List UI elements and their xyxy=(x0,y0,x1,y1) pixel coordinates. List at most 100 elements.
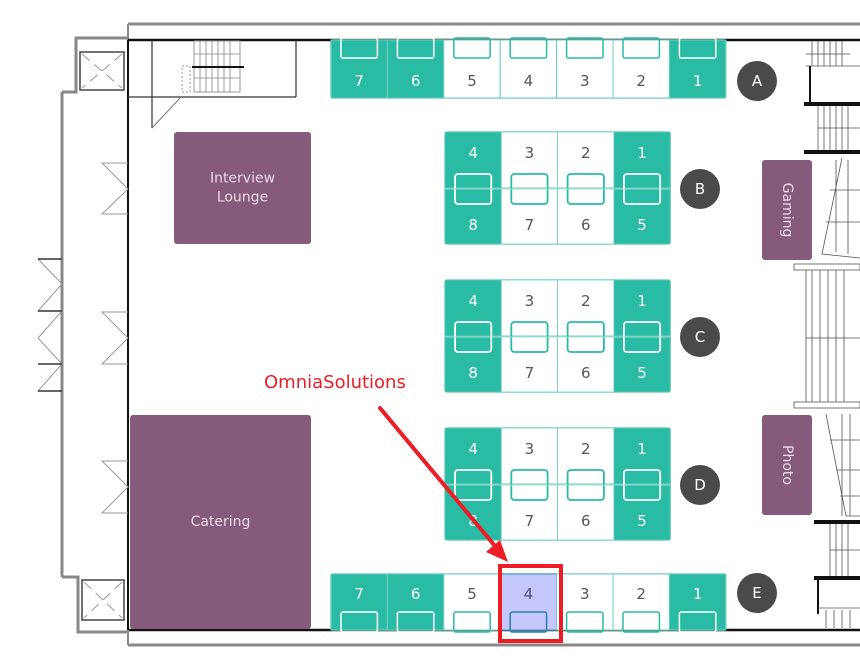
booth-number: 8 xyxy=(468,216,478,234)
booth-D1[interactable]: 1 xyxy=(613,427,671,485)
booth-number: 5 xyxy=(637,216,647,234)
booth-D3[interactable]: 3 xyxy=(500,427,558,485)
booth-row-D: 4 8 3 7 2 6 1 5 D xyxy=(444,427,720,541)
booth-A2[interactable]: 2 xyxy=(612,37,670,99)
booth-number: 1 xyxy=(637,292,647,310)
right-stairs xyxy=(793,41,860,628)
booth-number: 1 xyxy=(693,72,703,90)
elevator-cross-bottom xyxy=(83,581,123,619)
booth-number: 6 xyxy=(411,72,421,90)
row-badge-D[interactable]: D xyxy=(680,465,720,505)
booth-number: 2 xyxy=(636,72,646,90)
booth-E2[interactable]: 2 xyxy=(612,573,670,633)
room-interview-lounge[interactable]: Interview Lounge xyxy=(174,132,311,244)
booth-A5[interactable]: 5 xyxy=(443,37,501,99)
booth-A7[interactable]: 7 xyxy=(330,37,388,99)
stair-dashed xyxy=(181,65,191,93)
row-badge-label: A xyxy=(752,72,763,90)
booth-number: 2 xyxy=(636,585,646,603)
booth-C4[interactable]: 4 xyxy=(444,279,502,337)
booth-number: 2 xyxy=(581,292,591,310)
booth-B1[interactable]: 1 xyxy=(613,131,671,189)
booth-number: 5 xyxy=(637,364,647,382)
row-badge-label: E xyxy=(752,584,761,602)
booth-C2[interactable]: 2 xyxy=(557,279,615,337)
stair-door xyxy=(151,96,182,129)
booth-number: 8 xyxy=(468,364,478,382)
booth-number: 3 xyxy=(525,440,535,458)
room-catering[interactable]: Catering xyxy=(130,415,311,629)
booth-A3[interactable]: 3 xyxy=(556,37,614,99)
booth-number: 3 xyxy=(580,72,590,90)
room-photo[interactable]: Photo xyxy=(762,415,812,515)
annotation-arrow-head xyxy=(486,540,508,562)
booth-D8[interactable]: 8 xyxy=(444,483,502,541)
window-bay-outer xyxy=(36,258,64,392)
booth-B6[interactable]: 6 xyxy=(557,187,615,245)
booth-D6[interactable]: 6 xyxy=(557,483,615,541)
booth-number: 1 xyxy=(637,440,647,458)
booth-D5[interactable]: 5 xyxy=(613,483,671,541)
booth-E3[interactable]: 3 xyxy=(556,573,614,633)
booth-D2[interactable]: 2 xyxy=(557,427,615,485)
booth-row-A: 7 6 5 4 3 2 1 A xyxy=(330,37,777,101)
booth-A6[interactable]: 6 xyxy=(386,37,445,99)
booth-B3[interactable]: 3 xyxy=(500,131,558,189)
room-gaming[interactable]: Gaming xyxy=(762,160,812,260)
elevator-cross-top xyxy=(81,53,123,89)
row-badge-label: C xyxy=(695,328,705,346)
booth-number: 5 xyxy=(467,72,477,90)
door-swing-1 xyxy=(100,162,129,215)
booth-number: 4 xyxy=(524,585,534,603)
booth-number: 6 xyxy=(411,585,421,603)
booth-number: 4 xyxy=(468,144,478,162)
booth-number: 6 xyxy=(581,216,591,234)
booth-number: 2 xyxy=(581,144,591,162)
booth-number: 4 xyxy=(468,292,478,310)
room-interview-lounge-area[interactable] xyxy=(174,132,311,244)
booth-B2[interactable]: 2 xyxy=(557,131,615,189)
booth-C8[interactable]: 8 xyxy=(444,335,502,393)
booth-B4[interactable]: 4 xyxy=(444,131,502,189)
booth-number: 7 xyxy=(525,364,535,382)
booth-row-C: 4 8 3 7 2 6 1 5 C xyxy=(444,279,720,393)
room-photo-label: Photo xyxy=(779,445,795,485)
booth-number: 5 xyxy=(467,585,477,603)
booth-rows-layer: 7 6 5 4 3 2 1 A 4 8 3 7 2 6 1 5 B 4 8 3 7 2 6 1 5 C 4 8 3 7 2 6 1 5 D 7 6 5 4 3… xyxy=(330,37,777,633)
booth-A4[interactable]: 4 xyxy=(499,37,558,99)
booth-C1[interactable]: 1 xyxy=(613,279,671,337)
booth-number: 3 xyxy=(525,292,535,310)
booth-B5[interactable]: 5 xyxy=(613,187,671,245)
booth-number: 4 xyxy=(468,440,478,458)
room-catering-label: Catering xyxy=(191,514,251,530)
booth-number: 7 xyxy=(354,585,364,603)
booth-D4[interactable]: 4 xyxy=(444,427,502,485)
booth-number: 3 xyxy=(580,585,590,603)
booth-A1[interactable]: 1 xyxy=(668,37,727,99)
booth-C3[interactable]: 3 xyxy=(500,279,558,337)
row-badge-label: D xyxy=(694,476,706,494)
row-badge-label: B xyxy=(695,180,705,198)
row-badge-B[interactable]: B xyxy=(680,169,720,209)
booth-B7[interactable]: 7 xyxy=(500,187,558,245)
booth-number: 7 xyxy=(354,72,364,90)
booth-row-B: 4 8 3 7 2 6 1 5 B xyxy=(444,131,720,245)
booth-B8[interactable]: 8 xyxy=(444,187,502,245)
booth-C6[interactable]: 6 xyxy=(557,335,615,393)
booth-E6[interactable]: 6 xyxy=(386,573,445,633)
booth-number: 1 xyxy=(637,144,647,162)
row-badge-A[interactable]: A xyxy=(737,61,777,101)
booth-D7[interactable]: 7 xyxy=(500,483,558,541)
room-interview-lounge-label: Interview xyxy=(210,171,275,187)
booth-E4[interactable]: 4 xyxy=(499,573,558,633)
row-badge-E[interactable]: E xyxy=(737,573,777,613)
booth-E1[interactable]: 1 xyxy=(668,573,727,633)
row-badge-C[interactable]: C xyxy=(680,317,720,357)
booth-E5[interactable]: 5 xyxy=(443,573,501,633)
booth-E7[interactable]: 7 xyxy=(330,573,388,633)
booth-number: 5 xyxy=(637,512,647,530)
booth-C7[interactable]: 7 xyxy=(500,335,558,393)
door-swing-3 xyxy=(100,460,129,514)
booth-C5[interactable]: 5 xyxy=(613,335,671,393)
room-interview-lounge-label: Lounge xyxy=(217,190,268,206)
